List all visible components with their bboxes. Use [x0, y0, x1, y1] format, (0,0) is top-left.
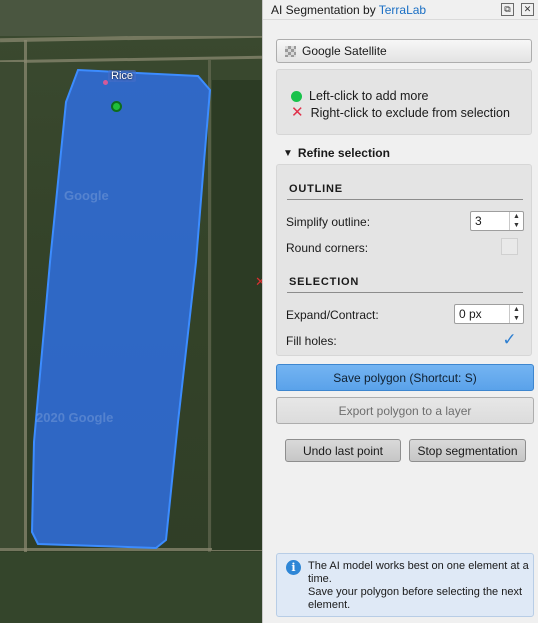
undo-last-point-button[interactable]: Undo last point — [285, 439, 401, 462]
expand-contract-spinbox[interactable]: 0 px ▲ ▼ — [454, 304, 524, 324]
info-text-line2: Save your polygon before selecting the n… — [308, 586, 523, 611]
basemap-icon — [285, 45, 296, 57]
map-canvas[interactable]: Google 2020 Google Rice ✕ — [0, 0, 262, 623]
info-text: The AI model works best on one element a… — [308, 560, 530, 612]
map-watermark: 2020 Google — [36, 410, 114, 425]
positive-point-marker[interactable] — [111, 101, 122, 112]
close-icon[interactable]: ✕ — [521, 3, 534, 16]
hint-exclude-text: Right-click to exclude from selection — [310, 105, 510, 120]
round-corners-checkbox[interactable] — [501, 238, 518, 255]
selection-section-title: SELECTION — [289, 276, 360, 288]
fill-holes-label: Fill holes: — [286, 334, 337, 348]
map-road — [24, 40, 27, 623]
polygon-label: Rice — [108, 70, 137, 82]
simplify-outline-label: Simplify outline: — [286, 215, 371, 229]
map-field — [0, 62, 24, 548]
refine-selection-toggle[interactable]: ▼ Refine selection — [283, 146, 390, 160]
save-polygon-button[interactable]: Save polygon (Shortcut: S) — [276, 364, 534, 391]
spin-down-icon[interactable]: ▼ — [510, 221, 523, 230]
info-icon: i — [286, 560, 301, 575]
spin-down-icon[interactable]: ▼ — [510, 314, 523, 323]
map-watermark: Google — [64, 188, 109, 203]
outline-section-title: OUTLINE — [289, 183, 343, 195]
hint-box: Left-click to add more ✕ Right-click to … — [276, 69, 532, 135]
panel-titlebar: AI Segmentation by TerraLab ⧉ ✕ — [263, 0, 538, 20]
selection-divider — [287, 292, 523, 293]
hint-exclude: ✕ Right-click to exclude from selection — [291, 105, 510, 120]
triangle-down-icon: ▼ — [283, 147, 293, 159]
segmentation-polygon[interactable] — [28, 62, 218, 554]
green-dot-icon — [291, 90, 302, 102]
refine-selection-label: Refine selection — [297, 146, 390, 160]
simplify-outline-spinbox[interactable]: 3 ▲ ▼ — [470, 211, 524, 231]
red-x-icon: ✕ — [291, 104, 304, 121]
checkmark-icon: ✓ — [502, 330, 517, 349]
map-field — [0, 0, 262, 36]
expand-contract-value: 0 px — [459, 307, 482, 321]
spin-up-icon[interactable]: ▲ — [510, 305, 523, 314]
info-text-line1: The AI model works best on one element a… — [308, 560, 529, 585]
simplify-outline-value: 3 — [475, 214, 482, 228]
panel-title-brand-link[interactable]: TerraLab — [379, 3, 426, 17]
info-box: i The AI model works best on one element… — [276, 553, 534, 617]
spin-arrows[interactable]: ▲ ▼ — [509, 212, 523, 230]
negative-point-marker[interactable]: ✕ — [255, 274, 262, 290]
float-window-icon[interactable]: ⧉ — [501, 3, 514, 16]
fill-holes-checkbox[interactable]: ✓ — [501, 331, 518, 348]
spin-arrows[interactable]: ▲ ▼ — [509, 305, 523, 323]
map-field — [212, 80, 262, 550]
basemap-button-label: Google Satellite — [302, 44, 387, 58]
hint-add-text: Left-click to add more — [309, 89, 429, 103]
map-field — [0, 552, 262, 623]
outline-divider — [287, 199, 523, 200]
refine-box: OUTLINE Simplify outline: 3 ▲ ▼ Round cor… — [276, 164, 532, 356]
hint-add: Left-click to add more — [291, 89, 429, 103]
expand-contract-label: Expand/Contract: — [286, 308, 379, 322]
basemap-button[interactable]: Google Satellite — [276, 39, 532, 63]
spin-up-icon[interactable]: ▲ — [510, 212, 523, 221]
export-polygon-button[interactable]: Export polygon to a layer — [276, 397, 534, 424]
panel-title: AI Segmentation by — [271, 2, 376, 17]
ai-segmentation-panel: AI Segmentation by TerraLab ⧉ ✕ Google S… — [262, 0, 538, 623]
round-corners-label: Round corners: — [286, 241, 369, 255]
stop-segmentation-button[interactable]: Stop segmentation — [409, 439, 526, 462]
